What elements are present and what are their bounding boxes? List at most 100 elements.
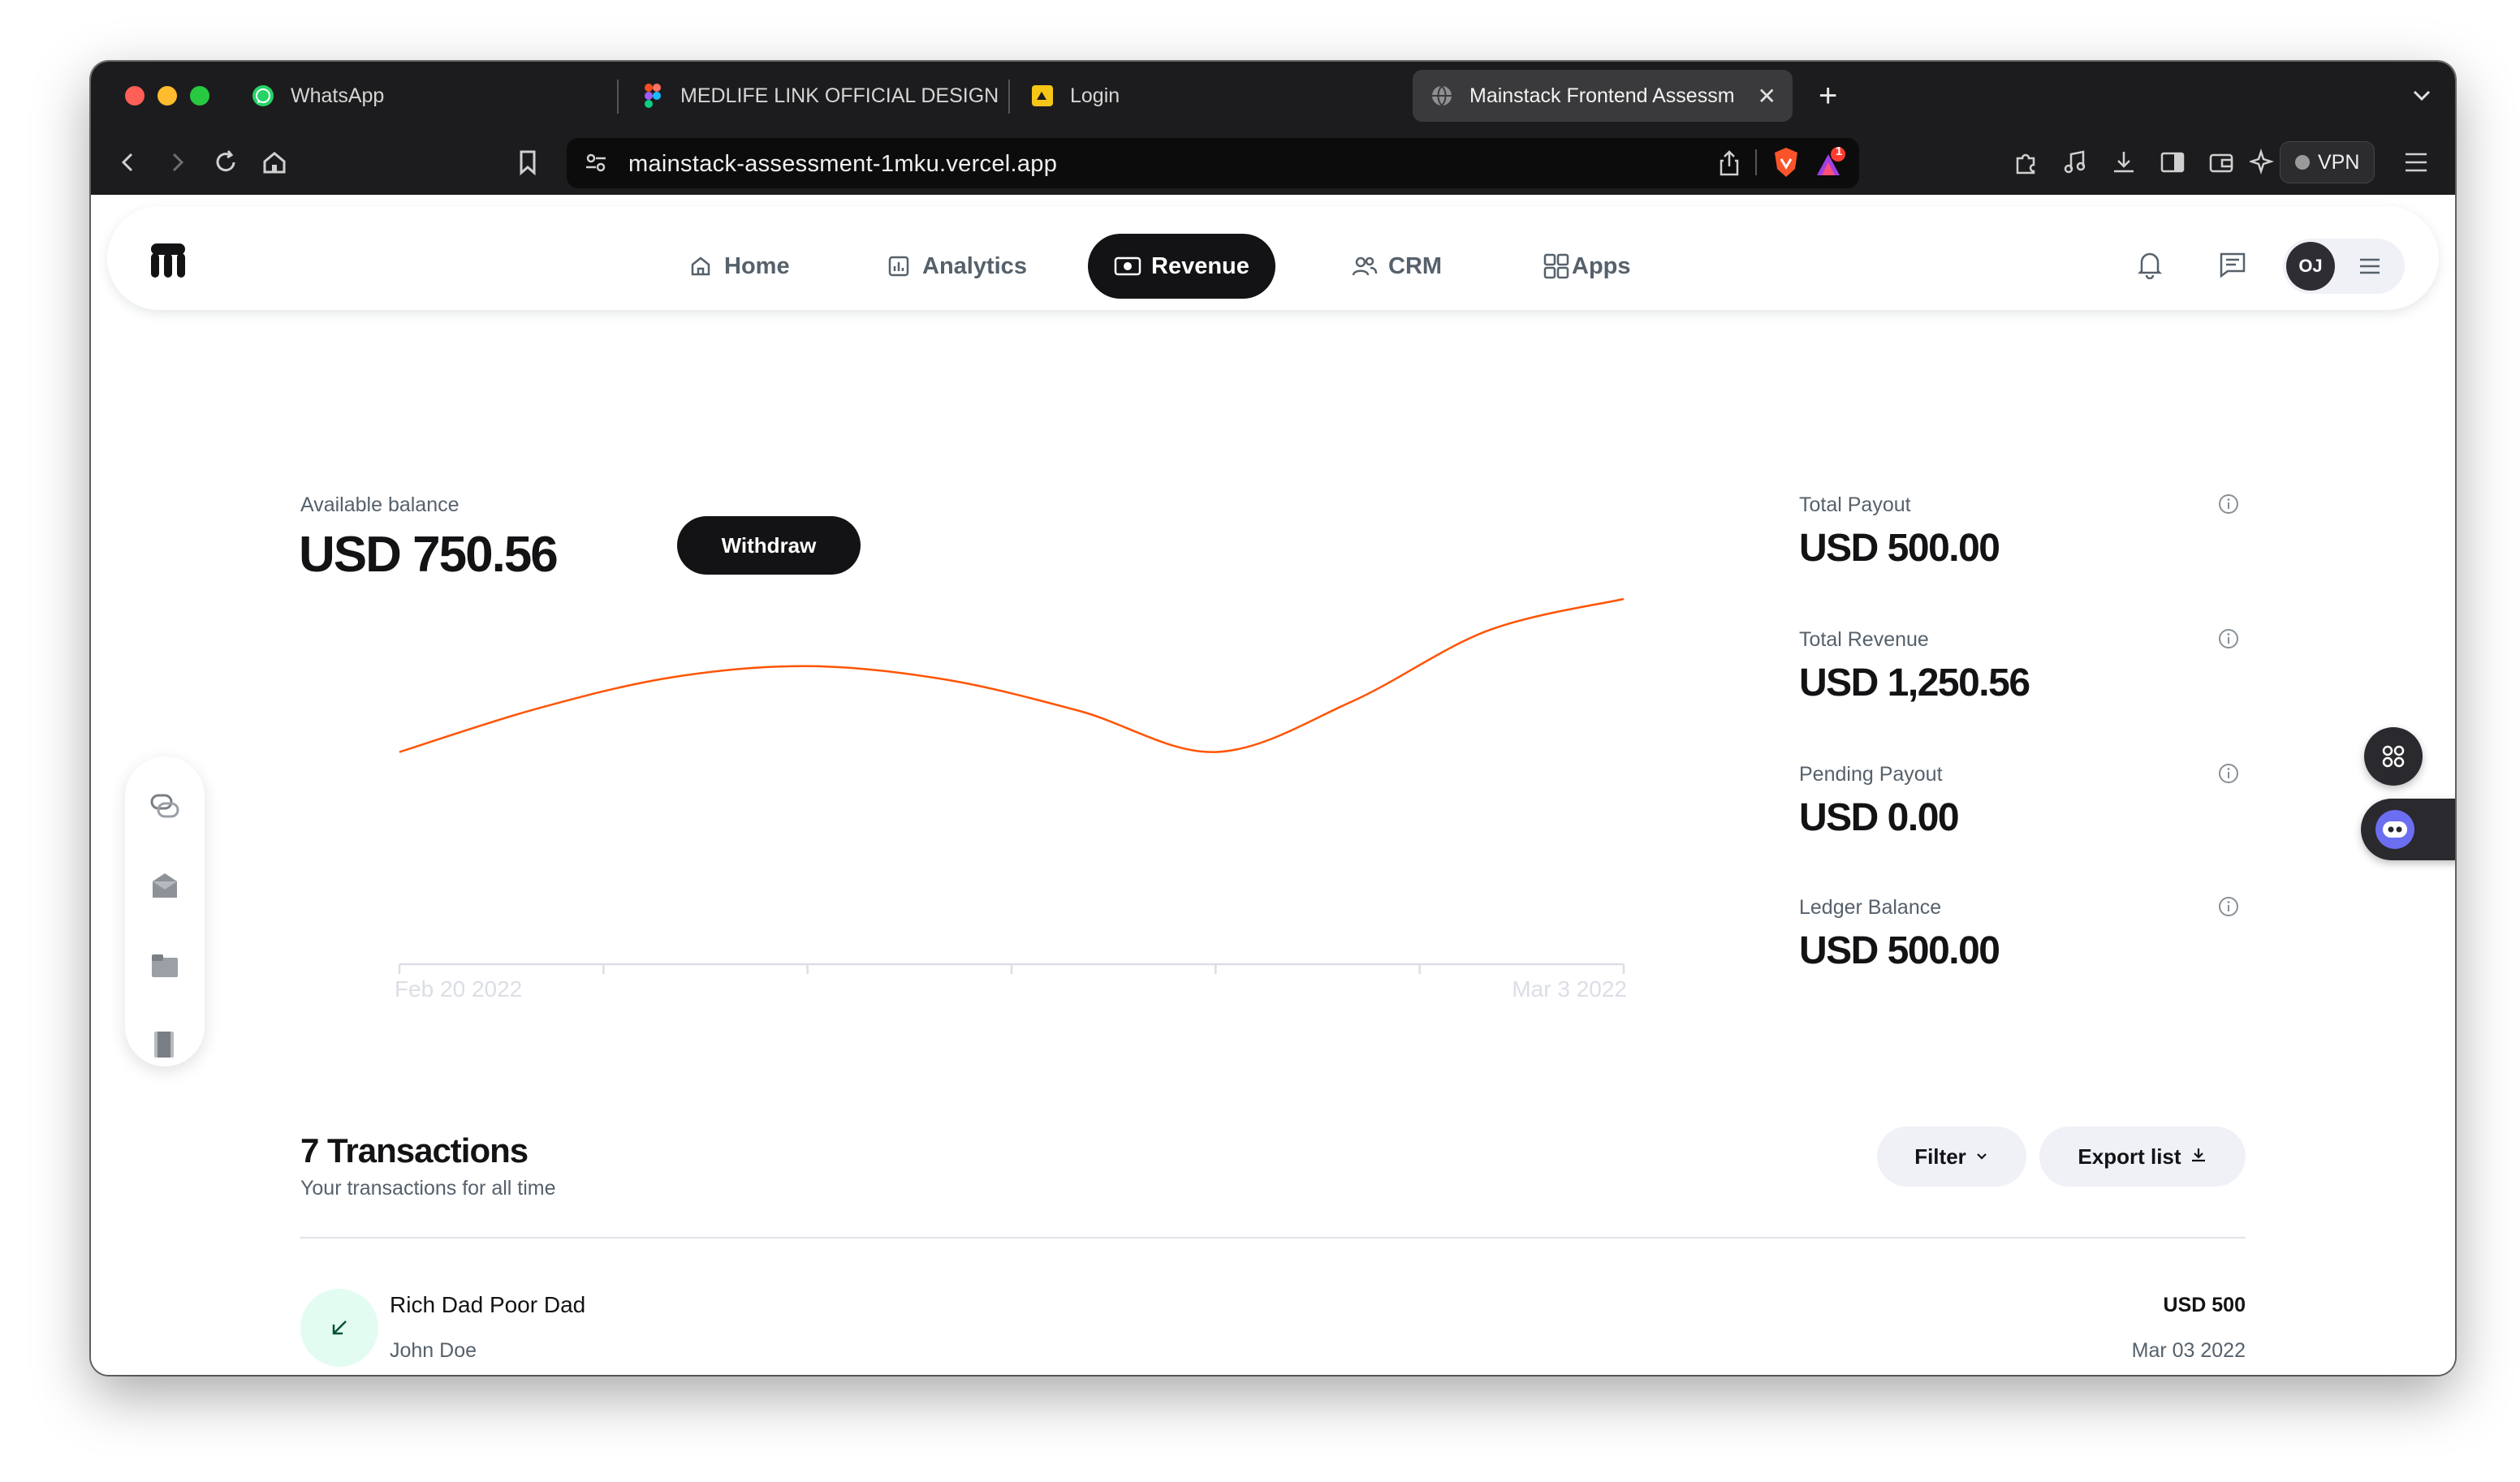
x-end-label: Mar 3 2022 <box>1512 976 1627 1002</box>
withdraw-button[interactable]: Withdraw <box>677 516 861 575</box>
tab-separator <box>1008 80 1010 114</box>
nav-home[interactable]: Home <box>687 234 790 299</box>
maximize-window-button[interactable] <box>190 86 209 106</box>
tab-medlife[interactable]: MEDLIFE LINK OFFICIAL DESIGN <box>640 70 1078 122</box>
brave-rewards-icon[interactable]: 1 <box>1812 144 1848 186</box>
store-icon[interactable] <box>149 870 180 901</box>
browser-window: WhatsApp MEDLIFE LINK OFFICIAL DESIGN Lo… <box>91 62 2455 1375</box>
vpn-status-icon <box>2295 155 2310 170</box>
app-side-dock <box>125 756 205 1066</box>
urlbar-divider <box>1755 149 1757 175</box>
extensions-icon[interactable] <box>2010 146 2043 179</box>
info-icon[interactable] <box>2218 493 2239 515</box>
minimize-window-button[interactable] <box>158 86 177 106</box>
x-axis-ticks <box>398 964 1625 974</box>
assistant-button[interactable] <box>2361 799 2455 860</box>
media-kit-icon[interactable] <box>149 950 180 980</box>
home-icon <box>687 252 714 280</box>
url-text: mainstack-assessment-1mku.vercel.app <box>628 151 1058 177</box>
vpn-button[interactable]: VPN <box>2280 141 2375 183</box>
invoicing-icon[interactable] <box>149 1029 180 1060</box>
info-icon[interactable] <box>2218 896 2239 917</box>
transaction-date: Mar 03 2022 <box>2131 1339 2246 1362</box>
revenue-chart: Feb 20 2022 Mar 3 2022 <box>395 597 1627 1002</box>
apps-launcher-button[interactable] <box>2364 727 2423 786</box>
avatar: OJ <box>2286 242 2335 291</box>
browser-chrome: WhatsApp MEDLIFE LINK OFFICIAL DESIGN Lo… <box>91 62 2455 195</box>
sidebar-icon[interactable] <box>2156 146 2189 179</box>
transactions-subtitle: Your transactions for all time <box>300 1177 556 1200</box>
tab-strip: WhatsApp MEDLIFE LINK OFFICIAL DESIGN Lo… <box>91 62 2455 131</box>
nav-revenue[interactable]: Revenue <box>1088 234 1275 299</box>
x-start-label: Feb 20 2022 <box>395 976 522 1002</box>
login-site-icon <box>1029 83 1055 109</box>
bookmark-icon[interactable] <box>511 146 544 179</box>
user-menu[interactable]: OJ <box>2283 239 2405 294</box>
pending-payout-label: Pending Payout <box>1799 763 1943 786</box>
figma-icon <box>640 83 666 109</box>
filter-button[interactable]: Filter <box>1877 1127 2026 1187</box>
link-in-bio-icon[interactable] <box>149 791 180 821</box>
nav-label: CRM <box>1388 252 1443 279</box>
top-navigation: Home Analytics Revenue CRM Apps OJ <box>107 206 2439 310</box>
brave-shield-icon[interactable] <box>1771 146 1801 183</box>
leo-ai-icon[interactable] <box>2247 146 2280 179</box>
media-icon[interactable] <box>2059 146 2091 179</box>
address-bar[interactable]: mainstack-assessment-1mku.vercel.app 1 <box>567 138 1859 188</box>
tab-whatsapp[interactable]: WhatsApp <box>250 70 705 122</box>
nav-label: Analytics <box>922 252 1027 279</box>
chevron-down-icon <box>1974 1144 1989 1170</box>
share-icon[interactable] <box>1716 149 1742 181</box>
nav-analytics[interactable]: Analytics <box>885 234 1027 299</box>
assistant-face-icon <box>2375 810 2414 849</box>
chevron-down-icon[interactable] <box>2410 83 2434 111</box>
wallet-icon[interactable] <box>2205 146 2237 179</box>
info-icon[interactable] <box>2218 628 2239 649</box>
home-icon[interactable] <box>258 146 291 179</box>
reload-icon[interactable] <box>209 146 242 179</box>
export-list-button[interactable]: Export list <box>2039 1127 2246 1187</box>
back-icon[interactable] <box>112 146 145 179</box>
apps-icon <box>1543 252 1570 280</box>
browser-menu-icon[interactable] <box>2400 146 2432 179</box>
tab-title: Mainstack Frontend Assessm <box>1469 84 1735 107</box>
ledger-balance-value: USD 500.00 <box>1799 929 2000 972</box>
tab-title: MEDLIFE LINK OFFICIAL DESIGN <box>680 84 999 107</box>
bell-icon[interactable] <box>2134 248 2166 281</box>
inflow-arrow-icon <box>300 1289 378 1367</box>
download-icon[interactable] <box>2108 146 2140 179</box>
available-balance-value: USD 750.56 <box>299 527 559 583</box>
vpn-label: VPN <box>2318 150 2360 174</box>
filter-label: Filter <box>1914 1144 1966 1169</box>
close-tab-icon[interactable]: ✕ <box>1758 83 1776 110</box>
ledger-balance-label: Ledger Balance <box>1799 896 1942 919</box>
tab-mainstack[interactable]: Mainstack Frontend Assessm ✕ <box>1413 70 1793 122</box>
nav-label: Revenue <box>1151 252 1249 279</box>
page-content: Home Analytics Revenue CRM Apps OJ Avail… <box>91 195 2455 1375</box>
nav-label: Home <box>724 252 790 279</box>
globe-icon <box>1429 83 1455 109</box>
mainstack-logo[interactable] <box>149 243 187 278</box>
site-settings-icon[interactable] <box>583 149 609 179</box>
browser-toolbar: mainstack-assessment-1mku.vercel.app 1 V… <box>91 131 2455 195</box>
tab-title: Login <box>1070 84 1120 107</box>
message-icon[interactable] <box>2216 248 2249 281</box>
total-revenue-value: USD 1,250.56 <box>1799 661 2030 704</box>
nav-crm[interactable]: CRM <box>1351 234 1442 299</box>
rewards-badge: 1 <box>1835 144 1843 158</box>
hamburger-menu-icon <box>2358 255 2382 278</box>
revenue-icon <box>1114 252 1141 280</box>
total-revenue-label: Total Revenue <box>1799 628 1929 651</box>
close-window-button[interactable] <box>125 86 145 106</box>
analytics-icon <box>885 252 913 280</box>
export-label: Export list <box>2078 1144 2181 1169</box>
total-payout-value: USD 500.00 <box>1799 527 2000 570</box>
transaction-name: Rich Dad Poor Dad <box>390 1292 586 1317</box>
new-tab-button[interactable]: + <box>1819 76 1837 115</box>
tab-login[interactable]: Login <box>1029 70 1452 122</box>
transactions-title: 7 Transactions <box>300 1131 529 1170</box>
info-icon[interactable] <box>2218 763 2239 784</box>
revenue-line <box>399 597 1625 753</box>
nav-apps[interactable]: Apps <box>1543 234 1631 299</box>
forward-icon[interactable] <box>161 146 193 179</box>
